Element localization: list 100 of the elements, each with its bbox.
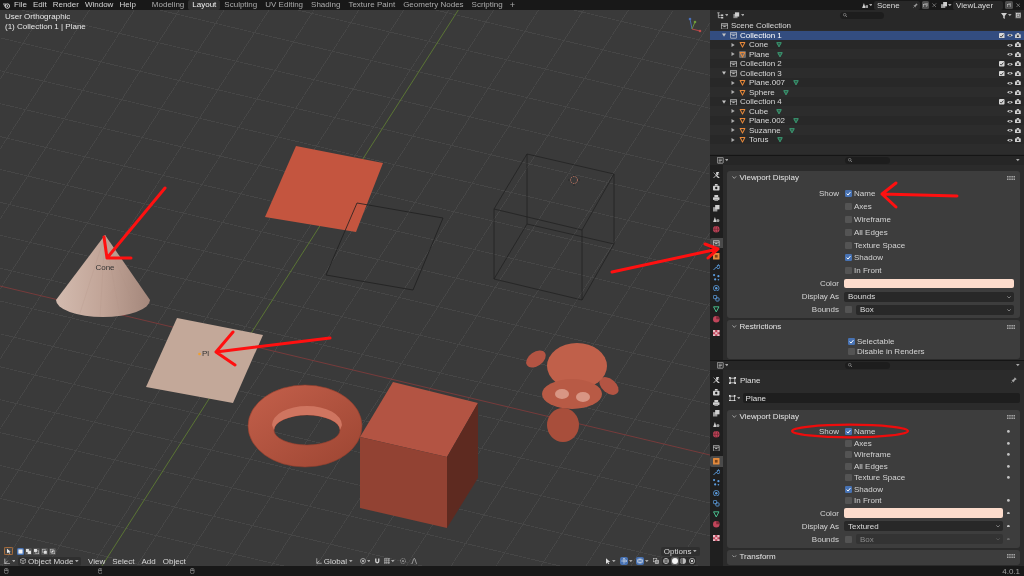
camera-icon[interactable] bbox=[1015, 32, 1021, 38]
select-mode-button[interactable] bbox=[41, 547, 48, 555]
box-plus-icon[interactable] bbox=[1014, 12, 1021, 19]
keyframe-dot-icon[interactable] bbox=[1007, 441, 1010, 445]
caret-icon[interactable] bbox=[868, 3, 873, 7]
stack-icon[interactable] bbox=[733, 12, 740, 19]
panel-lines-icon[interactable] bbox=[717, 362, 724, 369]
checkbox[interactable] bbox=[845, 485, 852, 493]
disclosure-triangle-icon[interactable] bbox=[731, 52, 735, 57]
eye-icon[interactable] bbox=[1007, 71, 1013, 76]
pin-icon[interactable] bbox=[1011, 377, 1017, 383]
checkbox[interactable] bbox=[848, 337, 855, 345]
camera-icon[interactable] bbox=[1015, 80, 1021, 86]
disclosure-triangle-icon[interactable] bbox=[722, 99, 726, 104]
chevron-icon[interactable] bbox=[732, 554, 737, 558]
keyframe-dot-icon[interactable] bbox=[1007, 430, 1010, 434]
checkbox[interactable] bbox=[999, 32, 1005, 38]
caret-icon[interactable] bbox=[645, 559, 649, 563]
color-field[interactable] bbox=[844, 279, 1014, 289]
menu-item[interactable]: Object bbox=[162, 556, 186, 566]
outliner-row[interactable]: Collection 4 bbox=[710, 97, 1024, 107]
camera-icon[interactable] bbox=[1015, 108, 1021, 114]
caret-icon[interactable] bbox=[736, 396, 741, 400]
menu-item[interactable]: Add bbox=[141, 556, 156, 566]
workspace-tab[interactable]: Sculpting bbox=[220, 0, 262, 10]
caret-icon[interactable] bbox=[366, 559, 371, 563]
chevron-icon[interactable] bbox=[732, 325, 737, 329]
disclosure-triangle-icon[interactable] bbox=[731, 109, 735, 114]
outliner-row[interactable]: Collection 1 bbox=[710, 30, 1024, 40]
shading-mode-button[interactable] bbox=[670, 557, 679, 565]
gizmo-toggle[interactable] bbox=[619, 557, 629, 565]
caret-icon[interactable] bbox=[612, 559, 616, 563]
panel-lines-icon[interactable] bbox=[717, 157, 724, 164]
search-field[interactable] bbox=[840, 11, 885, 20]
camera-icon[interactable] bbox=[1015, 70, 1021, 76]
outliner-row[interactable]: Plane.007 bbox=[710, 78, 1024, 88]
layers-icon[interactable] bbox=[940, 1, 948, 9]
menu-item[interactable]: Help bbox=[119, 0, 136, 10]
duplicate-button[interactable] bbox=[921, 1, 930, 9]
chevron-icon[interactable] bbox=[732, 415, 737, 418]
cursor-box-icon[interactable] bbox=[4, 547, 13, 555]
checkbox[interactable] bbox=[999, 61, 1005, 67]
camera-icon[interactable] bbox=[1015, 89, 1021, 95]
keyframe-dot-icon[interactable] bbox=[1007, 453, 1010, 457]
eye-icon[interactable] bbox=[1007, 90, 1013, 95]
object-square-icon[interactable] bbox=[729, 394, 736, 402]
shapes-icon[interactable] bbox=[861, 1, 869, 9]
name-field[interactable]: Plane bbox=[742, 393, 1020, 403]
properties-tab[interactable] bbox=[710, 203, 723, 214]
caret-icon[interactable] bbox=[724, 364, 729, 367]
camera-icon[interactable] bbox=[1015, 137, 1021, 143]
select-mode-button[interactable] bbox=[25, 547, 32, 555]
menu-item[interactable]: Select bbox=[112, 556, 135, 566]
camera-icon[interactable] bbox=[1015, 42, 1021, 48]
disclosure-triangle-icon[interactable] bbox=[731, 90, 735, 95]
dropdown[interactable]: Textured bbox=[844, 521, 1003, 531]
eye-icon[interactable] bbox=[1007, 128, 1013, 133]
dropdown[interactable]: Box bbox=[856, 304, 1014, 315]
outliner-row[interactable]: Collection 3 bbox=[710, 68, 1024, 78]
menu-item[interactable]: File bbox=[14, 0, 27, 10]
workspace-tab[interactable]: UV Editing bbox=[261, 0, 308, 10]
eye-icon[interactable] bbox=[1007, 109, 1013, 114]
properties-tab[interactable] bbox=[710, 442, 723, 453]
checkbox[interactable] bbox=[845, 439, 852, 447]
eye-icon[interactable] bbox=[1007, 118, 1013, 123]
caret-icon[interactable] bbox=[348, 559, 353, 563]
properties-tab[interactable] bbox=[710, 237, 723, 248]
caret-icon[interactable] bbox=[629, 559, 633, 563]
logo-icon[interactable] bbox=[3, 1, 10, 9]
magnet-icon[interactable] bbox=[374, 557, 381, 565]
disclosure-triangle-icon[interactable] bbox=[731, 128, 735, 133]
curve-icon[interactable] bbox=[410, 557, 418, 565]
properties-tab[interactable] bbox=[710, 251, 723, 262]
shading-mode-button[interactable] bbox=[679, 557, 688, 565]
caret-icon[interactable] bbox=[724, 159, 729, 162]
caret-icon[interactable] bbox=[75, 559, 80, 563]
pin-icon[interactable] bbox=[913, 2, 919, 8]
menu-item[interactable]: Edit bbox=[32, 0, 47, 10]
dropdown[interactable]: Bounds bbox=[844, 291, 1014, 302]
properties-tab[interactable] bbox=[710, 532, 723, 543]
disclosure-triangle-icon[interactable] bbox=[731, 80, 735, 85]
outliner-row[interactable]: Cube bbox=[710, 106, 1024, 116]
circle-dot-icon[interactable] bbox=[399, 558, 406, 564]
caret-icon[interactable] bbox=[11, 559, 16, 563]
filter-icon[interactable] bbox=[1001, 12, 1008, 19]
eye-icon[interactable] bbox=[1007, 80, 1013, 85]
menu-item[interactable]: Window bbox=[84, 0, 114, 10]
shading-mode-button[interactable] bbox=[662, 557, 671, 565]
outliner-row[interactable]: Plane.002 bbox=[710, 116, 1024, 126]
overlay-toggle[interactable] bbox=[635, 557, 645, 565]
keyframe-dot-icon[interactable] bbox=[1007, 499, 1010, 503]
overlapping-squares-icon[interactable] bbox=[653, 558, 659, 564]
disclosure-triangle-icon[interactable] bbox=[722, 33, 726, 38]
search-field[interactable] bbox=[845, 156, 891, 165]
disclosure-triangle-icon[interactable] bbox=[722, 71, 726, 76]
workspace-tab[interactable]: Modeling bbox=[147, 0, 189, 10]
outliner-row[interactable]: Sphere bbox=[710, 87, 1024, 97]
chevron-icon[interactable] bbox=[732, 176, 737, 179]
keyframe-dot-icon[interactable] bbox=[1007, 476, 1010, 480]
checkbox[interactable] bbox=[999, 70, 1005, 76]
